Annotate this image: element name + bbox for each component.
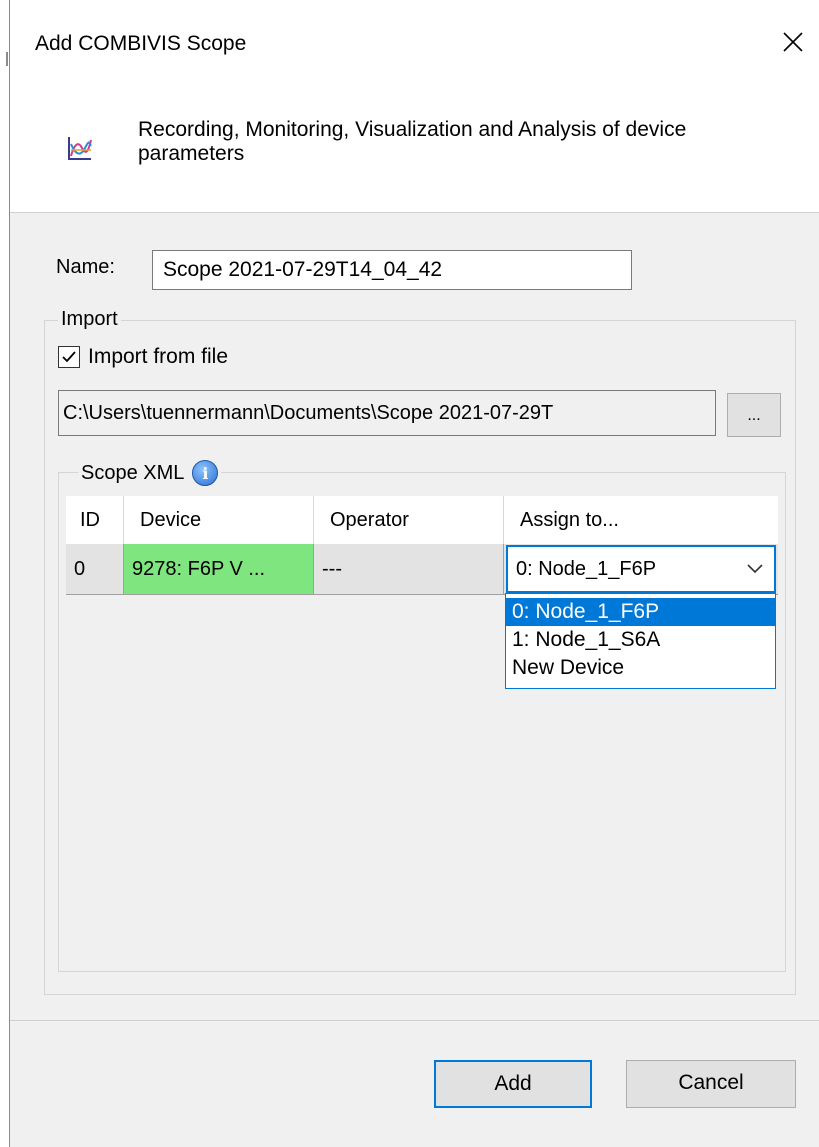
cell-device[interactable]: 9278: F6P V ... <box>124 544 314 594</box>
column-header-operator[interactable]: Operator <box>314 496 504 544</box>
add-button[interactable]: Add <box>434 1060 592 1108</box>
info-icon[interactable]: i <box>192 460 219 486</box>
scope-xml-legend-text: Scope XML <box>81 461 185 484</box>
scope-chart-icon <box>68 137 92 160</box>
name-label: Name: <box>56 256 115 278</box>
cancel-button[interactable]: Cancel <box>626 1060 796 1108</box>
title-bar[interactable]: Add COMBIVIS Scope <box>10 0 819 92</box>
cell-id[interactable]: 0 <box>66 544 124 594</box>
close-button[interactable] <box>775 24 811 60</box>
browse-button[interactable]: ... <box>727 393 781 437</box>
dropdown-option[interactable]: New Device <box>506 654 775 682</box>
column-header-device[interactable]: Device <box>124 496 314 544</box>
dropdown-option[interactable]: 0: Node_1_F6P <box>506 598 775 626</box>
add-scope-dialog: Add COMBIVIS Scope Recording, Monitoring… <box>0 0 819 1147</box>
column-header-id[interactable]: ID <box>66 496 124 544</box>
assign-to-dropdown-list: 0: Node_1_F6P 1: Node_1_S6A New Device <box>505 593 776 689</box>
assign-to-selected-value: 0: Node_1_F6P <box>516 558 657 580</box>
import-from-file-label[interactable]: Import from file <box>88 345 228 369</box>
close-icon <box>783 32 803 52</box>
file-path-field[interactable]: C:\Users\tuennermann\Documents\Scope 202… <box>58 390 716 436</box>
dialog-description: Recording, Monitoring, Visualization and… <box>138 118 687 165</box>
header-panel: Recording, Monitoring, Visualization and… <box>10 92 819 213</box>
dialog-title: Add COMBIVIS Scope <box>35 32 247 55</box>
background-window-tick <box>6 52 8 66</box>
column-header-assign-to[interactable]: Assign to... <box>504 496 778 544</box>
background-window-edge <box>0 0 10 1147</box>
import-from-file-checkbox[interactable] <box>58 346 80 368</box>
scope-xml-legend: Scope XML i <box>78 460 222 486</box>
grid-header: ID Device Operator Assign to... <box>66 496 778 545</box>
import-legend: Import <box>58 308 121 331</box>
footer-divider <box>10 1020 819 1021</box>
checkmark-icon <box>62 351 76 363</box>
chevron-down-icon <box>747 564 763 574</box>
name-input[interactable] <box>152 250 632 290</box>
cell-operator[interactable]: --- <box>314 544 504 594</box>
dropdown-option[interactable]: 1: Node_1_S6A <box>506 626 775 654</box>
assign-to-combobox[interactable]: 0: Node_1_F6P <box>506 545 776 593</box>
